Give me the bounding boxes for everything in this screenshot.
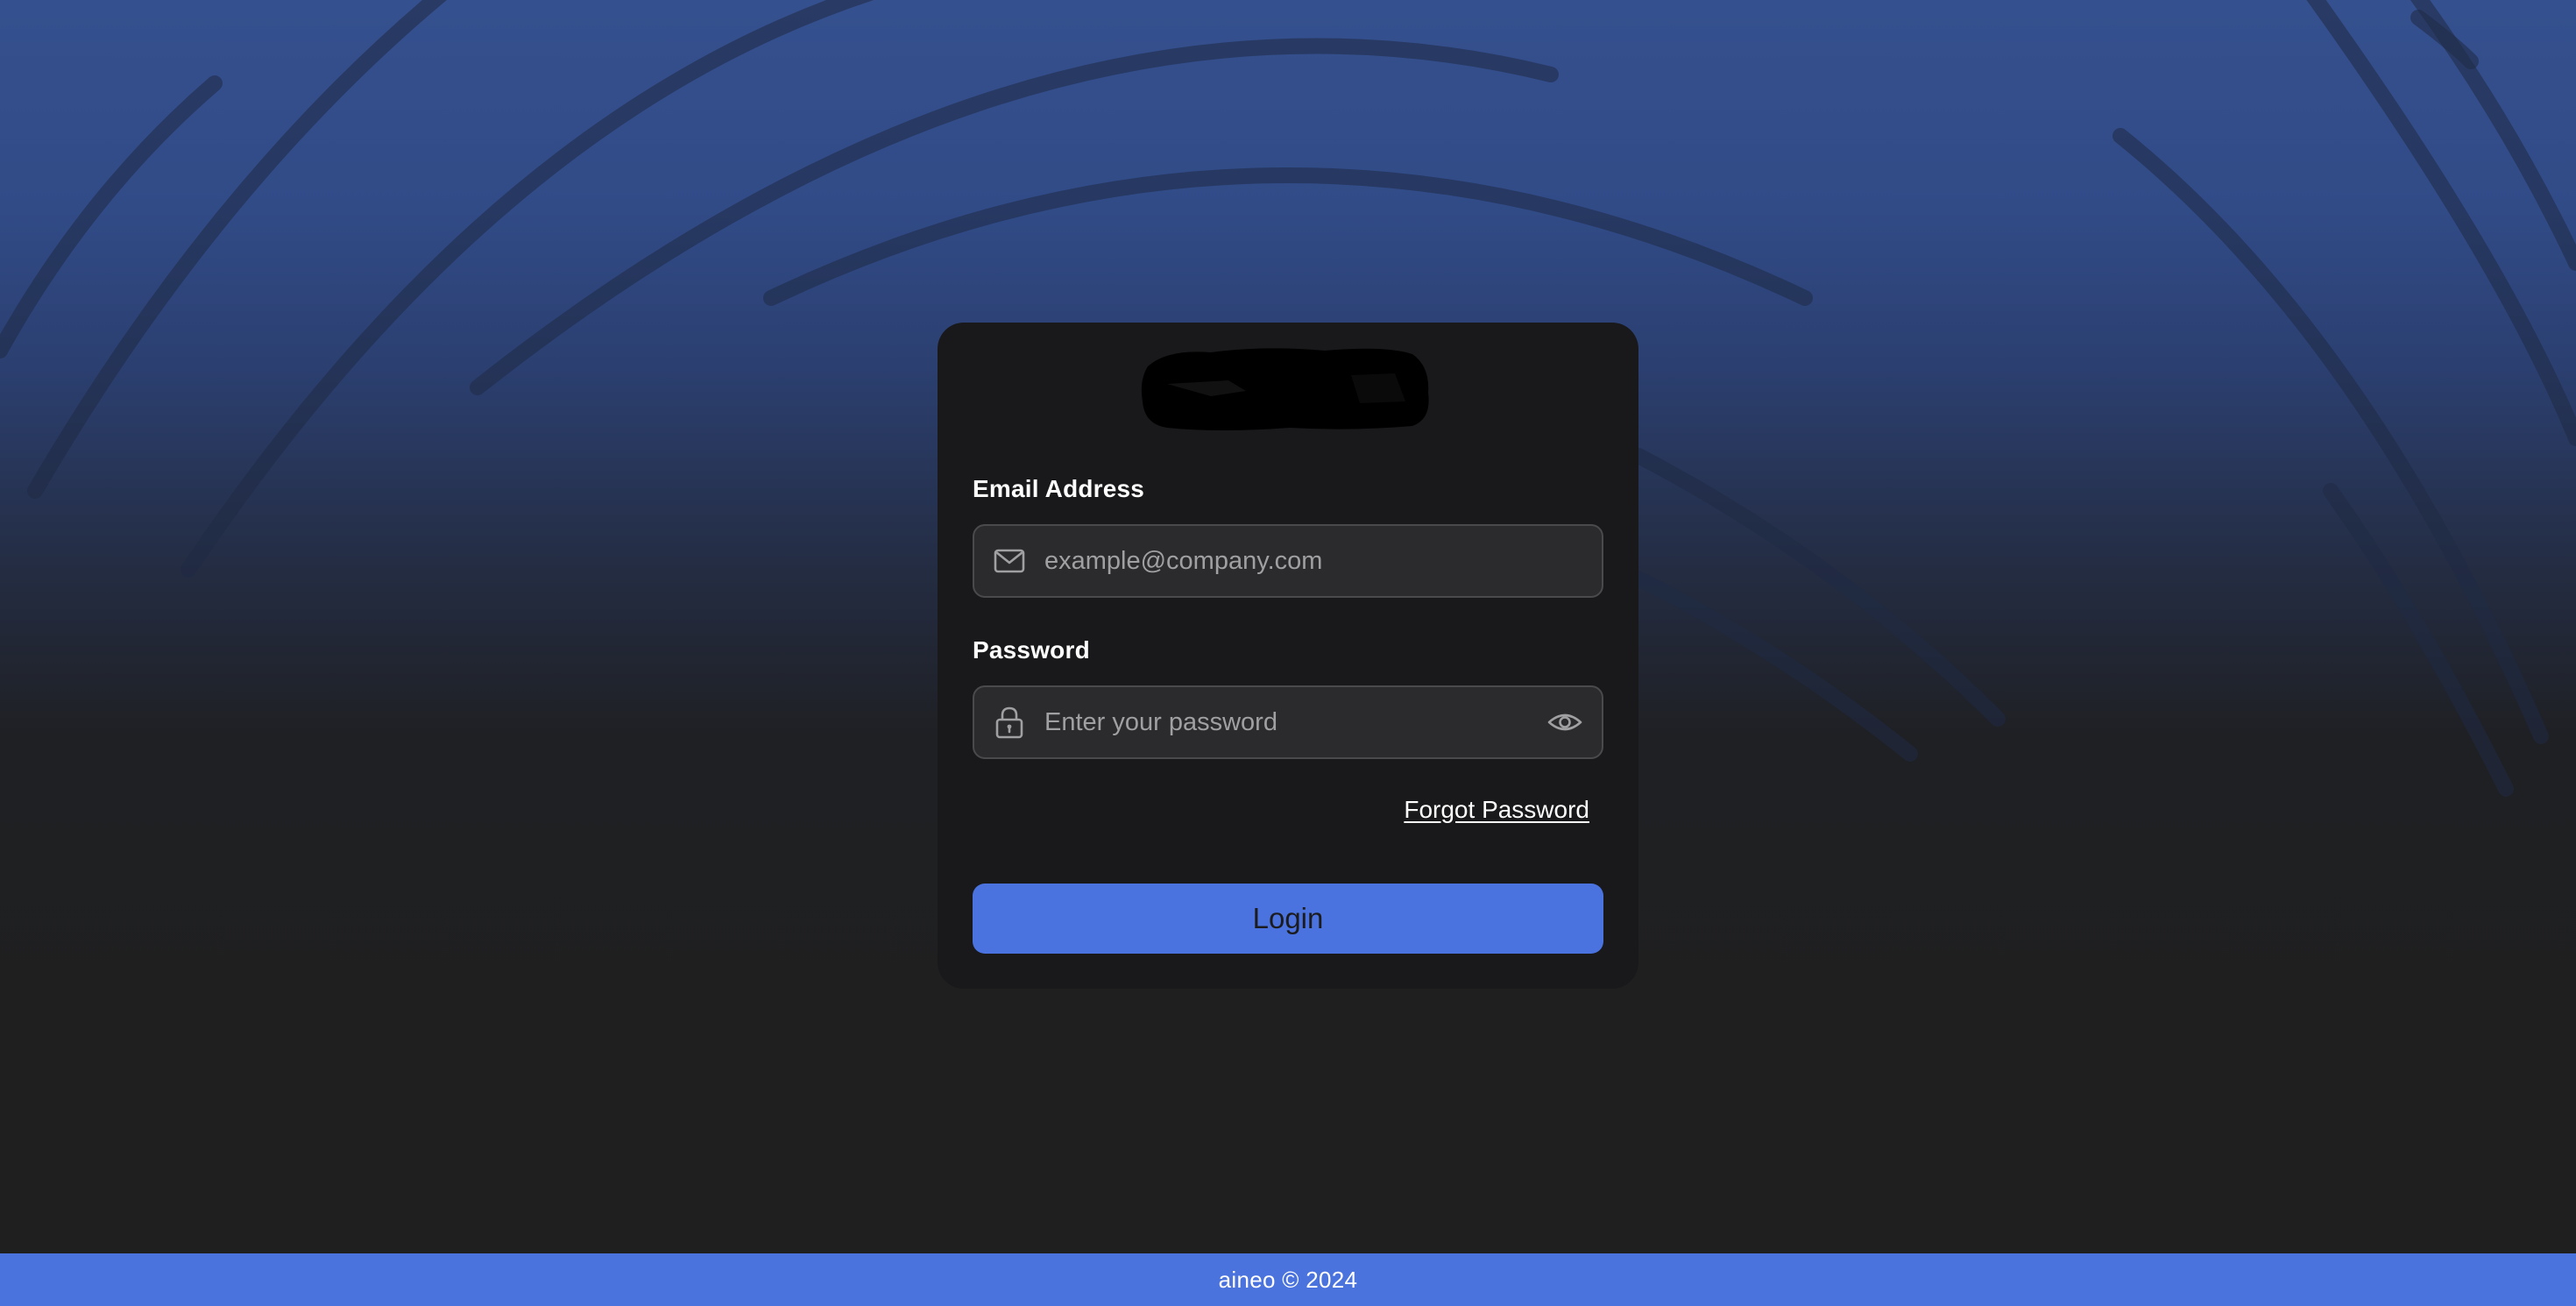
login-card: Email Address Password [938, 323, 1638, 989]
footer: aineo © 2024 [0, 1253, 2576, 1306]
password-field-container[interactable] [973, 685, 1603, 759]
email-input[interactable] [1044, 535, 1602, 587]
login-page: Email Address Password [0, 0, 2576, 1306]
email-label: Email Address [973, 475, 1145, 502]
lock-icon [992, 705, 1027, 740]
toggle-password-visibility-button[interactable] [1546, 703, 1584, 742]
password-label: Password [973, 636, 1090, 664]
email-field-container[interactable] [973, 524, 1603, 598]
eye-icon [1547, 713, 1582, 731]
redacted-logo [1132, 340, 1447, 437]
footer-copyright: aineo © 2024 [1218, 1266, 1358, 1293]
password-input[interactable] [1044, 696, 1537, 749]
forgot-password-link[interactable]: Forgot Password [1404, 796, 1589, 824]
mail-icon [992, 543, 1027, 578]
login-button[interactable]: Login [973, 884, 1603, 954]
